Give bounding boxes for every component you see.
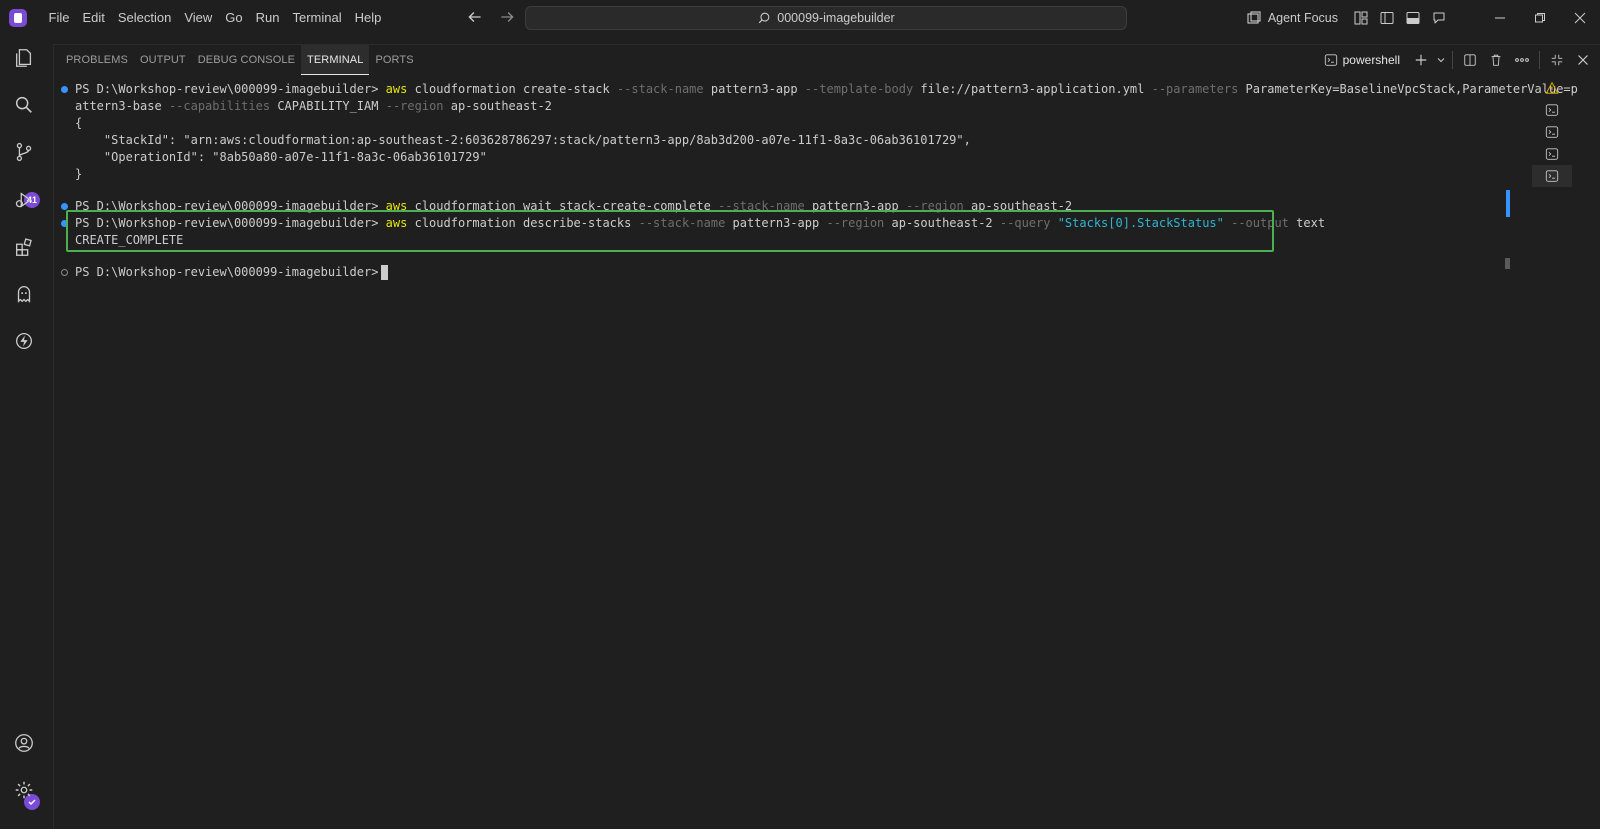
toggle-panel-icon[interactable] xyxy=(1400,5,1426,31)
tab-ports[interactable]: PORTS xyxy=(369,45,419,75)
terminal-tabs-list xyxy=(1532,77,1572,187)
scroll-marker xyxy=(1506,190,1510,217)
search-text: 000099-imagebuilder xyxy=(777,11,895,25)
maximize-panel-icon[interactable] xyxy=(1544,47,1570,73)
ghost-extension-icon[interactable] xyxy=(12,282,36,306)
close-panel-icon[interactable] xyxy=(1570,47,1596,73)
new-terminal-icon[interactable] xyxy=(1408,47,1434,73)
terminal-icon xyxy=(1324,54,1337,66)
terminal-tab[interactable] xyxy=(1532,99,1572,121)
split-terminal-icon[interactable] xyxy=(1457,47,1483,73)
tab-problems[interactable]: PROBLEMS xyxy=(60,45,134,75)
more-actions-icon[interactable] xyxy=(1509,47,1535,73)
terminal-panel: PROBLEMS OUTPUT DEBUG CONSOLE TERMINAL P… xyxy=(53,44,1600,829)
terminal-icon xyxy=(1545,104,1559,116)
terminal-line: "StackId": "arn:aws:cloudformation:ap-so… xyxy=(75,133,971,147)
agent-focus-label: Agent Focus xyxy=(1267,11,1338,25)
agent-focus-icon xyxy=(1247,11,1261,24)
run-debug-icon[interactable] xyxy=(12,188,36,212)
terminal-line: PS D:\Workshop-review\000099-imagebuilde… xyxy=(75,82,1578,96)
menu-file[interactable]: File xyxy=(42,0,76,36)
menu-view[interactable]: View xyxy=(178,0,219,36)
extensions-icon[interactable] xyxy=(12,235,36,259)
menu-terminal[interactable]: Terminal xyxy=(286,0,348,36)
chat-icon[interactable] xyxy=(1426,5,1452,31)
explorer-icon[interactable] xyxy=(12,46,36,70)
manage-gear-icon[interactable] xyxy=(12,778,36,802)
tab-output[interactable]: OUTPUT xyxy=(134,45,192,75)
warning-icon xyxy=(1545,81,1559,94)
terminal-line: attern3-base --capabilities CAPABILITY_I… xyxy=(75,99,552,113)
activity-bar: 41 xyxy=(0,36,48,829)
terminal-tab[interactable] xyxy=(1532,121,1572,143)
agent-focus-button[interactable]: Agent Focus xyxy=(1246,10,1338,26)
command-center-search[interactable]: 000099-imagebuilder xyxy=(525,6,1127,30)
command-pending-dot[interactable] xyxy=(61,269,68,276)
trash-icon[interactable] xyxy=(1483,47,1509,73)
tab-debug-console[interactable]: DEBUG CONSOLE xyxy=(192,45,301,75)
menu-go[interactable]: Go xyxy=(219,0,249,36)
terminal-output[interactable]: PS D:\Workshop-review\000099-imagebuilde… xyxy=(54,81,1578,821)
panel-actions: powershell xyxy=(1324,45,1600,75)
menu-edit[interactable]: Edit xyxy=(76,0,111,36)
app-logo-icon xyxy=(9,9,27,27)
scrollbar-thumb[interactable] xyxy=(1505,258,1510,269)
terminal-tab-active[interactable] xyxy=(1532,165,1572,187)
terminal-icon xyxy=(1545,148,1559,160)
terminal-icon xyxy=(1545,170,1559,182)
source-control-icon[interactable] xyxy=(12,140,36,164)
menu-run[interactable]: Run xyxy=(249,0,286,36)
search-view-icon[interactable] xyxy=(12,93,36,117)
lightning-extension-icon[interactable] xyxy=(12,329,36,353)
terminal-line: { xyxy=(75,116,83,130)
forward-arrow-icon[interactable] xyxy=(498,8,516,26)
terminal-icon xyxy=(1545,126,1559,138)
panel-tabs: PROBLEMS OUTPUT DEBUG CONSOLE TERMINAL P… xyxy=(54,45,420,75)
terminal-tab-warning[interactable] xyxy=(1532,77,1572,99)
terminal-line: PS D:\Workshop-review\000099-imagebuilde… xyxy=(75,264,389,281)
customize-layout-icon[interactable] xyxy=(1348,5,1374,31)
command-success-dot[interactable] xyxy=(61,86,68,93)
terminal-line: } xyxy=(75,167,83,181)
search-icon xyxy=(759,12,770,24)
accounts-icon[interactable] xyxy=(12,731,36,755)
tab-terminal[interactable]: TERMINAL xyxy=(301,45,370,75)
terminal-line: "OperationId": "8ab50a80-a07e-11f1-8a3c-… xyxy=(75,150,487,164)
shell-name: powershell xyxy=(1342,53,1400,67)
toggle-primary-sidebar-icon[interactable] xyxy=(1374,5,1400,31)
command-success-dot[interactable] xyxy=(61,203,68,210)
highlight-box xyxy=(66,210,1274,252)
minimize-icon[interactable] xyxy=(1480,0,1520,36)
back-arrow-icon[interactable] xyxy=(466,8,484,26)
menu-bar: File Edit Selection View Go Run Terminal… xyxy=(42,0,388,36)
close-window-icon[interactable] xyxy=(1560,0,1600,36)
terminal-cursor xyxy=(381,265,389,280)
chevron-down-icon[interactable] xyxy=(1434,47,1448,73)
menu-selection[interactable]: Selection xyxy=(111,0,177,36)
terminal-tab[interactable] xyxy=(1532,143,1572,165)
shell-selector[interactable]: powershell xyxy=(1324,53,1400,67)
title-bar: File Edit Selection View Go Run Terminal… xyxy=(0,0,1600,36)
menu-help[interactable]: Help xyxy=(348,0,388,36)
restore-icon[interactable] xyxy=(1520,0,1560,36)
